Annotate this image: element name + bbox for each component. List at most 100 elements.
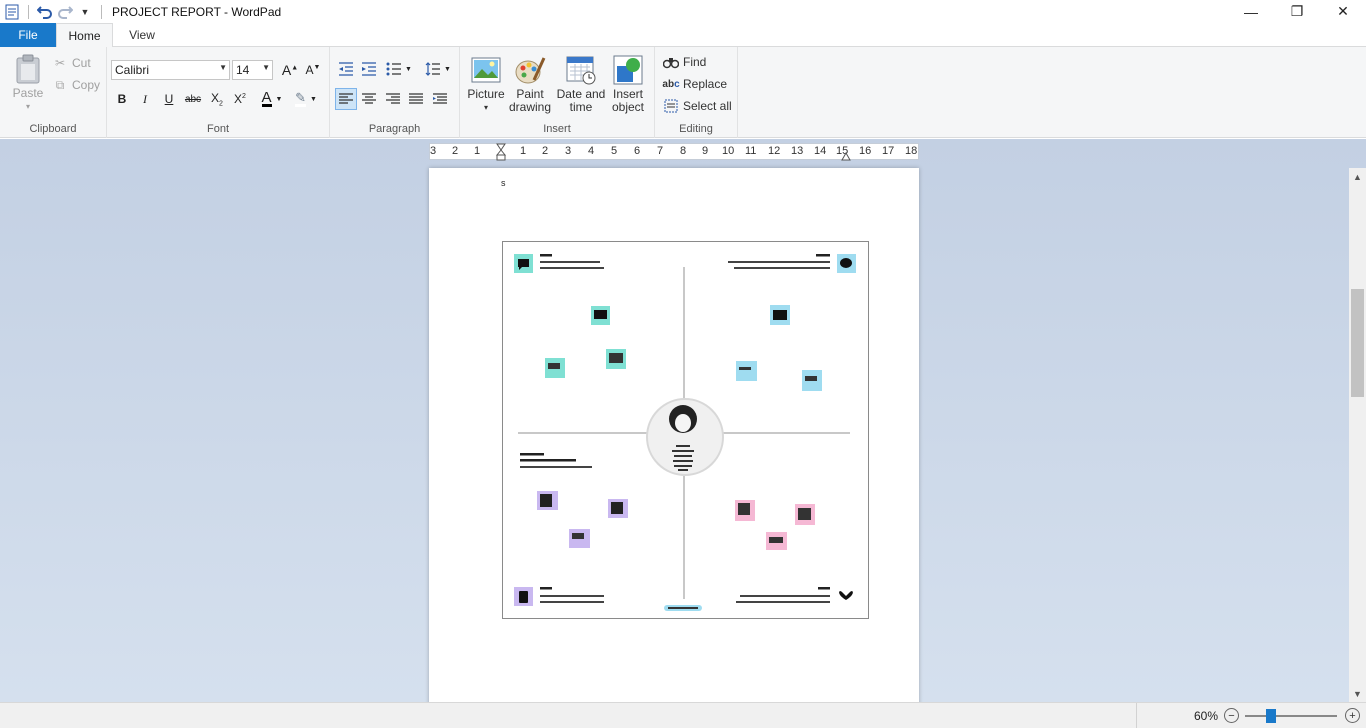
- customize-toolbar-icon[interactable]: ▼: [77, 4, 93, 20]
- decrease-indent-icon: [339, 62, 353, 76]
- underline-button[interactable]: U: [158, 88, 180, 110]
- ruler-mark: 1: [474, 145, 481, 157]
- font-group-label: Font: [206, 123, 229, 135]
- align-left-button[interactable]: [335, 88, 357, 110]
- line-spacing-button[interactable]: ▼: [422, 58, 454, 80]
- chevron-down-icon: ▼: [219, 63, 227, 72]
- font-family-value: Calibri: [115, 63, 150, 77]
- font-group: Calibri ▼ 14 ▼ A▲ A▼ B I U abc X2 X2 A ▼…: [107, 47, 330, 138]
- text-color-button[interactable]: A ▼: [256, 88, 288, 110]
- ruler-mark: 9: [702, 145, 709, 157]
- bold-icon: B: [117, 92, 127, 106]
- calendar-clock-icon: [566, 56, 596, 85]
- zoom-out-button[interactable]: −: [1224, 708, 1239, 723]
- ribbon-tabs: File Home View ︿ ?: [0, 23, 1366, 65]
- indent-marker-icon[interactable]: [496, 143, 506, 161]
- insert-group: Picture ▾ Paint drawing Date and time In…: [460, 47, 655, 138]
- align-right-icon: [386, 93, 400, 104]
- line-spacing-icon: [425, 62, 441, 76]
- vertical-scrollbar[interactable]: ▲ ▼: [1349, 168, 1366, 702]
- redo-icon[interactable]: [57, 4, 73, 20]
- highlighter-icon: ✎: [295, 90, 306, 107]
- status-divider: [1136, 703, 1137, 728]
- align-right-button[interactable]: [382, 88, 404, 110]
- tab-view[interactable]: View: [115, 23, 169, 47]
- ruler-mark: 5: [611, 145, 618, 157]
- undo-icon[interactable]: [37, 4, 53, 20]
- ruler-mark: 1: [520, 145, 527, 157]
- zoom-in-button[interactable]: +: [1345, 708, 1360, 723]
- justify-button[interactable]: [405, 88, 427, 110]
- italic-button[interactable]: I: [134, 88, 156, 110]
- shrink-font-button[interactable]: A▼: [302, 59, 324, 81]
- cut-button[interactable]: ✂ Cut: [52, 53, 91, 73]
- superscript-button[interactable]: X2: [229, 88, 251, 110]
- picture-icon: [471, 57, 501, 83]
- wordpad-app-icon[interactable]: [4, 4, 20, 20]
- italic-icon: I: [143, 91, 147, 106]
- font-family-select[interactable]: Calibri ▼: [111, 60, 230, 80]
- close-button[interactable]: ✕: [1320, 0, 1366, 23]
- replace-button[interactable]: ab c Replace: [662, 74, 727, 94]
- date-time-button[interactable]: Date and time: [556, 54, 606, 114]
- font-size-value: 14: [236, 63, 250, 77]
- ruler-mark: 8: [680, 145, 687, 157]
- scroll-up-icon[interactable]: ▲: [1349, 168, 1366, 185]
- document-page[interactable]: s: [429, 168, 919, 702]
- horizontal-ruler[interactable]: 3 2 1 1 2 3 4 5 6 7 8 9 10 11 12 13 14 1…: [429, 143, 919, 161]
- find-button[interactable]: Find: [663, 52, 706, 72]
- ruler-mark: 16: [859, 145, 872, 157]
- highlight-color-button[interactable]: ✎ ▼: [290, 88, 322, 110]
- subscript-button[interactable]: X2: [206, 88, 228, 110]
- separator: [28, 4, 29, 19]
- editing-group-label: Editing: [679, 123, 713, 135]
- tab-file[interactable]: File: [0, 23, 56, 47]
- paste-dropdown-icon[interactable]: ▾: [26, 100, 30, 113]
- chevron-down-icon: ▼: [444, 65, 451, 73]
- maximize-button[interactable]: ❐: [1274, 0, 1320, 23]
- paste-button[interactable]: Paste ▾: [8, 53, 48, 113]
- scroll-down-icon[interactable]: ▼: [1349, 685, 1366, 702]
- decrease-indent-button[interactable]: [335, 58, 357, 80]
- binoculars-icon: [663, 54, 679, 70]
- increase-indent-icon: [362, 62, 376, 76]
- empathy-map-image[interactable]: [502, 241, 869, 619]
- scrollbar-thumb[interactable]: [1351, 289, 1364, 397]
- tab-home[interactable]: Home: [56, 23, 113, 48]
- strikethrough-button[interactable]: abc: [182, 88, 204, 110]
- paint-drawing-button[interactable]: Paint drawing: [508, 54, 552, 114]
- underline-icon: U: [164, 92, 174, 106]
- bullets-button[interactable]: ▼: [383, 58, 415, 80]
- insert-object-button[interactable]: Insert object: [608, 54, 648, 114]
- copy-button[interactable]: ⧉ Copy: [52, 75, 100, 95]
- paragraph-settings-button[interactable]: [429, 88, 451, 110]
- select-all-button[interactable]: Select all: [663, 96, 732, 116]
- editing-group: Find ab c Replace Select all Editing: [655, 47, 738, 138]
- zoom-slider-thumb[interactable]: [1265, 709, 1276, 723]
- window-title: PROJECT REPORT - WordPad: [112, 4, 282, 19]
- ruler-mark: 2: [542, 145, 549, 157]
- title-bar: ▼ PROJECT REPORT - WordPad — ❐ ✕: [0, 0, 1366, 23]
- document-workspace: 3 2 1 1 2 3 4 5 6 7 8 9 10 11 12 13 14 1…: [0, 139, 1366, 702]
- picture-button[interactable]: Picture ▾: [466, 54, 506, 114]
- ruler-mark: 7: [657, 145, 664, 157]
- chevron-down-icon: ▼: [309, 95, 317, 103]
- bold-button[interactable]: B: [111, 88, 133, 110]
- quick-access-toolbar: ▼: [0, 0, 106, 23]
- align-center-icon: [362, 93, 376, 104]
- replace-icon: ab c: [662, 78, 680, 90]
- align-center-button[interactable]: [358, 88, 380, 110]
- zoom-slider[interactable]: [1245, 709, 1337, 723]
- grow-font-button[interactable]: A▲: [279, 59, 301, 81]
- right-indent-marker-icon[interactable]: [841, 149, 851, 161]
- minimize-button[interactable]: —: [1228, 0, 1274, 23]
- font-size-select[interactable]: 14 ▼: [232, 60, 273, 80]
- ruler-mark: 6: [634, 145, 641, 157]
- ruler-mark: 2: [452, 145, 459, 157]
- paragraph-group-label: Paragraph: [368, 123, 421, 135]
- justify-icon: [409, 93, 423, 104]
- ruler-mark: 13: [791, 145, 804, 157]
- cut-label: Cut: [72, 56, 91, 70]
- increase-indent-button[interactable]: [358, 58, 380, 80]
- superscript-icon: X2: [234, 92, 246, 106]
